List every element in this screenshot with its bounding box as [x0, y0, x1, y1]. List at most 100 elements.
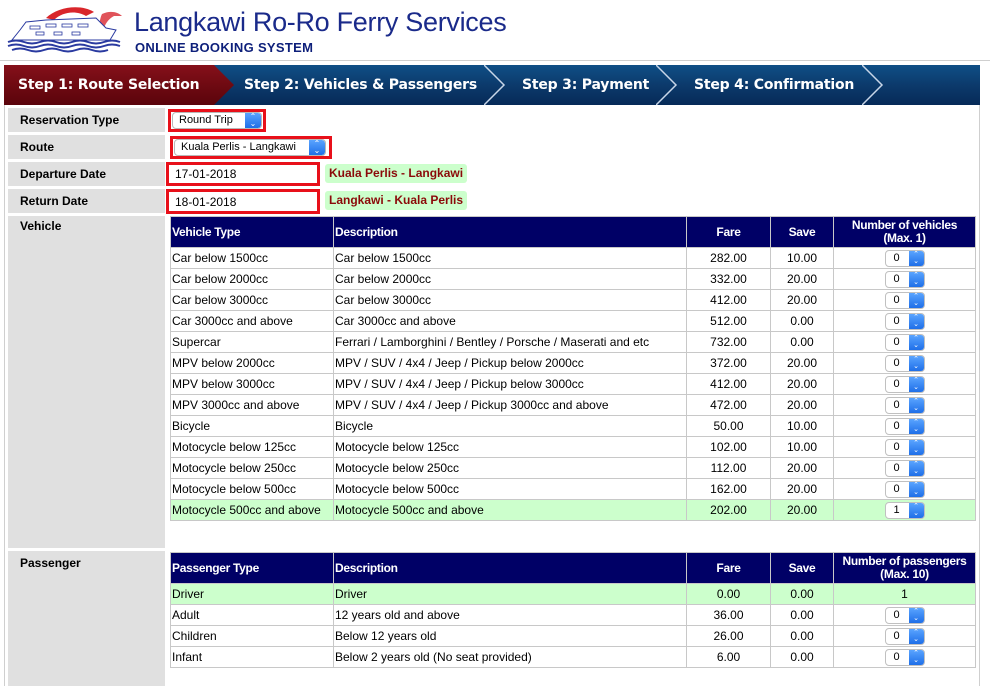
description-cell: Bicycle [333, 415, 687, 437]
vehicle-quantity-select[interactable]: 0 ⌃ ⌄ [884, 291, 925, 309]
step-separator-icon [862, 65, 884, 105]
vehicle-quantity-select[interactable]: 0 ⌃ ⌄ [884, 459, 925, 477]
quantity-value: 0 [893, 608, 900, 621]
save-cell: 10.00 [770, 415, 834, 437]
vehicle-quantity-select[interactable]: 1 ⌃ ⌄ [884, 501, 925, 519]
step-1-route-selection[interactable]: Step 1: Route Selection [18, 65, 200, 105]
header-divider [0, 60, 990, 61]
fare-cell: 332.00 [686, 268, 771, 290]
description-cell: Below 12 years old [333, 625, 687, 647]
vehicle-type-cell: MPV below 3000cc [170, 373, 334, 395]
vehicle-type-cell: Bicycle [170, 415, 334, 437]
quantity-cell: 0 ⌃ ⌄ [833, 625, 976, 647]
return-date-input[interactable]: 18-01-2018 [166, 189, 320, 214]
quantity-value: 0 [893, 461, 900, 474]
select-chevron-icon: ⌃ ⌄ [908, 418, 924, 434]
passenger-type-cell: Infant [170, 646, 334, 668]
save-cell: 0.00 [770, 646, 834, 668]
fare-cell: 472.00 [686, 394, 771, 416]
vehicle-quantity-select[interactable]: 0 ⌃ ⌄ [884, 333, 925, 351]
quantity-cell: 0 ⌃ ⌄ [833, 352, 976, 374]
col-fare: Fare [686, 552, 771, 584]
reservation-type-select[interactable]: Round Trip ⌃ ⌄ [172, 112, 262, 129]
vehicle-quantity-select[interactable]: 0 ⌃ ⌄ [884, 249, 925, 267]
select-chevron-icon: ⌃ ⌄ [908, 313, 924, 329]
vehicle-row: Motocycle below 125cc Motocycle below 125… [170, 436, 976, 458]
passenger-quantity-select[interactable]: 0 ⌃ ⌄ [884, 648, 925, 666]
quantity-value: 0 [893, 482, 900, 495]
select-chevron-icon: ⌃ ⌄ [908, 334, 924, 350]
quantity-cell: 0 ⌃ ⌄ [833, 478, 976, 500]
vehicle-type-cell: Supercar [170, 331, 334, 353]
reservation-type-value: Round Trip [179, 114, 233, 126]
vehicle-row: Motocycle below 500cc Motocycle below 500… [170, 478, 976, 500]
route-select[interactable]: Kuala Perlis - Langkawi ⌃ ⌄ [174, 139, 326, 156]
fare-cell: 282.00 [686, 247, 771, 269]
departure-date-value: 17-01-2018 [175, 167, 237, 181]
vehicle-row: MPV below 3000cc MPV / SUV / 4x4 / Jeep /… [170, 373, 976, 395]
col-qty-line2: (Max. 1) [883, 231, 926, 245]
select-chevron-icon: ⌃ ⌄ [245, 113, 261, 128]
fare-cell: 412.00 [686, 373, 771, 395]
quantity-value: 0 [893, 293, 900, 306]
quantity-value: 0 [893, 272, 900, 285]
vehicle-type-cell: Car below 2000cc [170, 268, 334, 290]
step-separator-icon [484, 65, 506, 105]
save-cell: 20.00 [770, 457, 834, 479]
select-chevron-icon: ⌃ ⌄ [908, 439, 924, 455]
step-2-vehicles-passengers[interactable]: Step 2: Vehicles & Passengers [244, 65, 477, 105]
save-cell: 20.00 [770, 499, 834, 521]
fare-cell: 732.00 [686, 331, 771, 353]
fare-cell: 372.00 [686, 352, 771, 374]
ferry-ship-logo-icon [7, 7, 122, 53]
return-date-label-cell: Return Date [8, 189, 165, 213]
save-cell: 20.00 [770, 373, 834, 395]
passenger-quantity-select[interactable]: 0 ⌃ ⌄ [884, 606, 925, 624]
select-chevron-icon: ⌃ ⌄ [908, 250, 924, 266]
vehicle-quantity-select[interactable]: 0 ⌃ ⌄ [884, 438, 925, 456]
vehicle-quantity-select[interactable]: 0 ⌃ ⌄ [884, 270, 925, 288]
vehicle-quantity-select[interactable]: 0 ⌃ ⌄ [884, 375, 925, 393]
col-vehicle-type: Vehicle Type [170, 216, 334, 248]
select-chevron-icon: ⌃ ⌄ [908, 649, 924, 665]
vehicle-label: Vehicle [20, 219, 62, 233]
description-cell: Car 3000cc and above [333, 310, 687, 332]
fare-cell: 112.00 [686, 457, 771, 479]
col-qty-line1: Number of passengers [842, 554, 967, 568]
booking-steps: Step 1: Route Selection Step 2: Vehicles… [4, 65, 980, 105]
col-fare: Fare [686, 216, 771, 248]
vehicle-quantity-select[interactable]: 0 ⌃ ⌄ [884, 312, 925, 330]
step-separator-icon [656, 65, 678, 105]
site-title: Langkawi Ro-Ro Ferry Services [134, 7, 507, 37]
quantity-value: 0 [893, 314, 900, 327]
fare-cell: 0.00 [686, 583, 771, 605]
vehicle-quantity-select[interactable]: 0 ⌃ ⌄ [884, 396, 925, 414]
fare-cell: 412.00 [686, 289, 771, 311]
passenger-quantity-select[interactable]: 0 ⌃ ⌄ [884, 627, 925, 645]
vehicle-quantity-select[interactable]: 0 ⌃ ⌄ [884, 480, 925, 498]
save-cell: 20.00 [770, 478, 834, 500]
quantity-cell: 1 ⌃ ⌄ [833, 499, 976, 521]
vehicle-type-cell: Car 3000cc and above [170, 310, 334, 332]
step-4-confirmation[interactable]: Step 4: Confirmation [694, 65, 854, 105]
departure-date-input[interactable]: 17-01-2018 [166, 162, 320, 186]
vehicle-type-cell: Motocycle below 500cc [170, 478, 334, 500]
quantity-value: 0 [893, 356, 900, 369]
vehicle-type-cell: Motocycle 500cc and above [170, 499, 334, 521]
vehicle-row: MPV below 2000cc MPV / SUV / 4x4 / Jeep /… [170, 352, 976, 374]
return-route-badge: Langkawi - Kuala Perlis [325, 191, 468, 210]
vehicle-quantity-select[interactable]: 0 ⌃ ⌄ [884, 417, 925, 435]
description-cell: Car below 3000cc [333, 289, 687, 311]
save-cell: 0.00 [770, 310, 834, 332]
vehicle-quantity-select[interactable]: 0 ⌃ ⌄ [884, 354, 925, 372]
quantity-cell: 0 ⌃ ⌄ [833, 394, 976, 416]
passenger-type-cell: Driver [170, 583, 334, 605]
quantity-cell: 0 ⌃ ⌄ [833, 310, 976, 332]
description-cell: MPV / SUV / 4x4 / Jeep / Pickup below 30… [333, 373, 687, 395]
quantity-cell: 0 ⌃ ⌄ [833, 331, 976, 353]
route-label: Route [20, 140, 54, 154]
vehicle-row: Car 3000cc and above Car 3000cc and above… [170, 310, 976, 332]
vehicle-table-header: Vehicle Type Description Fare Save Numbe… [170, 216, 976, 248]
step-3-payment[interactable]: Step 3: Payment [522, 65, 649, 105]
quantity-value: 1 [893, 503, 900, 516]
